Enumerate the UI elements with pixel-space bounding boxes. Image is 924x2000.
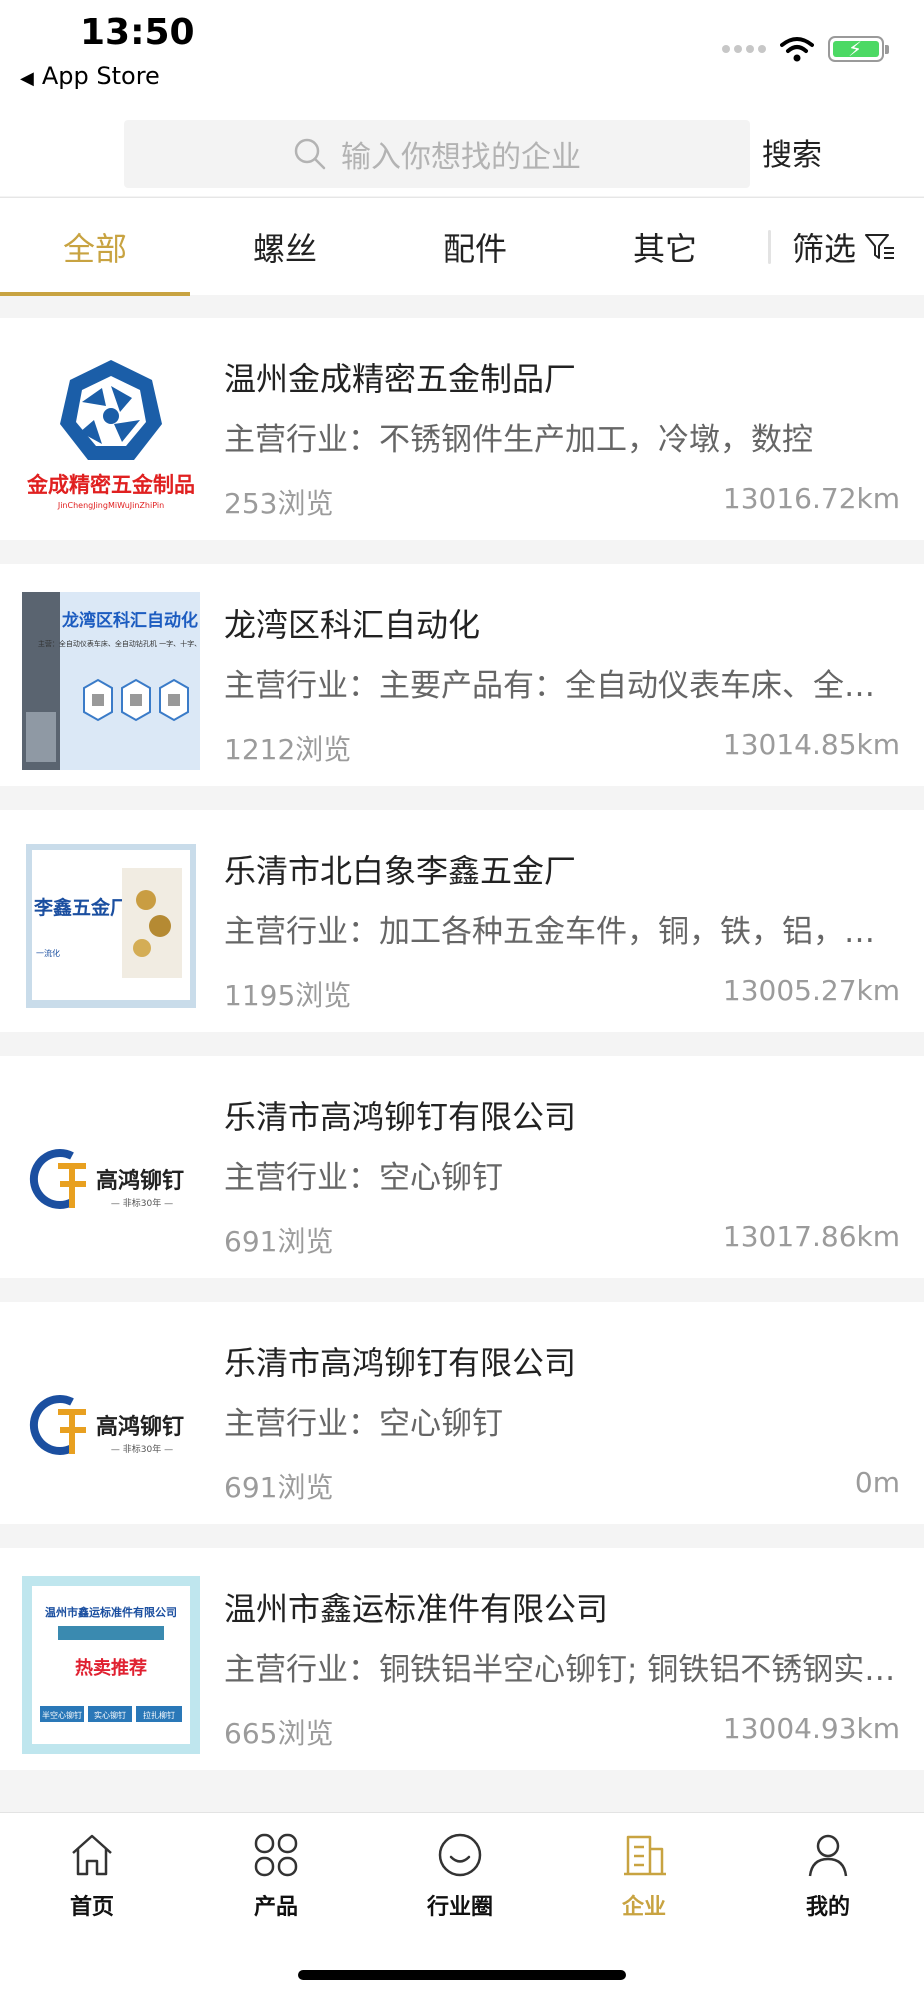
category-tabs: 全部 螺丝 配件 其它 筛选	[0, 197, 924, 296]
tab-all[interactable]: 全部	[0, 198, 190, 296]
company-name: 乐清市高鸿铆钉有限公司	[224, 1344, 577, 1382]
user-icon	[808, 1834, 848, 1877]
logo-subtext: JinChengJingMiWuJinZhiPin	[57, 501, 164, 510]
filter-icon	[865, 234, 895, 259]
company-industry: 主营行业：铜铁铝半空心铆钉; 铜铁铝不锈钢实心铆钉	[224, 1652, 900, 1688]
distance: 13005.27km	[722, 974, 900, 1007]
tabbar-label: 行业圈	[426, 1895, 493, 1920]
view-count: 665浏览	[224, 1717, 334, 1750]
company-card[interactable]: 李鑫五金厂 一流化 乐清市北白象李鑫五金厂 主营行业：加工各种五金车件，铜，铁，…	[0, 810, 924, 1032]
company-name: 温州市鑫运标准件有限公司	[224, 1590, 609, 1628]
logo-text: 温州市鑫运标准件有限公司	[45, 1605, 177, 1619]
back-label: App Store	[41, 62, 160, 90]
tab-divider	[768, 230, 771, 264]
back-arrow-icon: ◀	[20, 68, 34, 89]
tabbar-products[interactable]: 产品	[184, 1831, 368, 1921]
view-count: 1212浏览	[224, 733, 352, 766]
logo-text: 金成精密五金制品	[26, 472, 195, 497]
company-card[interactable]: 高鸿铆钉 — 非标30年 — 乐清市高鸿铆钉有限公司 主营行业：空心铆钉 691…	[0, 1056, 924, 1278]
home-icon	[72, 1834, 112, 1876]
company-industry: 主营行业：主要产品有：全自动仪表车床、全自动钻孔机	[224, 668, 900, 704]
logo-text: 龙湾区科汇自动化	[61, 610, 198, 631]
logo-tag: 拉扎柳钉	[143, 1710, 175, 1720]
distance: 13004.93km	[722, 1712, 900, 1745]
tab-others[interactable]: 其它	[570, 198, 760, 296]
logo-subtext: 主营：全自动仪表车床、全自动钻孔机 一字、十字、铣扁等	[38, 639, 200, 648]
wifi-icon	[780, 37, 814, 62]
filter-label: 筛选	[792, 230, 857, 268]
signal-icon	[722, 45, 766, 53]
view-count: 1195浏览	[224, 979, 352, 1012]
tabbar-label: 产品	[253, 1895, 298, 1920]
company-logo: 高鸿铆钉 — 非标30年 —	[22, 1084, 200, 1262]
tab-screws[interactable]: 螺丝	[190, 198, 380, 296]
company-name: 乐清市北白象李鑫五金厂	[224, 852, 577, 890]
company-logo: 李鑫五金厂 一流化	[22, 838, 200, 1016]
company-logo: 龙湾区科汇自动化 主营：全自动仪表车床、全自动钻孔机 一字、十字、铣扁等	[22, 592, 200, 770]
company-industry: 主营行业：空心铆钉	[224, 1160, 503, 1196]
company-industry: 主营行业：空心铆钉	[224, 1406, 503, 1442]
smile-icon	[438, 1833, 482, 1877]
company-industry: 主营行业：加工各种五金车件，铜，铁，铝，不锈钢	[224, 914, 900, 950]
building-icon	[624, 1835, 666, 1876]
search-icon	[294, 138, 326, 170]
page: 13:50 ◀ App Store ⚡ 输入你想找的企业 搜索 全部 螺丝 配件…	[0, 0, 924, 2000]
logo-subtext: — 非标30年 —	[111, 1197, 173, 1209]
distance: 13016.72km	[722, 482, 900, 515]
back-to-app-store[interactable]: ◀ App Store	[20, 62, 160, 90]
grid-icon	[254, 1833, 298, 1877]
logo-text: 高鸿铆钉	[96, 1414, 184, 1440]
view-count: 691浏览	[224, 1471, 334, 1504]
status-icons: ⚡	[722, 36, 889, 62]
tab-label: 配件	[442, 230, 507, 268]
search-input[interactable]: 输入你想找的企业	[124, 120, 750, 188]
tab-parts[interactable]: 配件	[380, 198, 570, 296]
company-name: 乐清市高鸿铆钉有限公司	[224, 1098, 577, 1136]
search-bar: 输入你想找的企业 搜索	[0, 100, 924, 196]
filter-button[interactable]: 筛选	[792, 198, 896, 296]
logo-text: 李鑫五金厂	[33, 896, 129, 919]
tabbar-enterprise[interactable]: 企业	[552, 1831, 736, 1921]
tab-label: 螺丝	[252, 230, 317, 268]
battery-icon: ⚡	[828, 36, 889, 62]
status-bar: 13:50 ◀ App Store ⚡	[0, 0, 924, 100]
logo-tag: 实心铆钉	[94, 1710, 126, 1720]
company-card[interactable]: 金成精密五金制品 JinChengJingMiWuJinZhiPin 温州金成精…	[0, 318, 924, 540]
view-count: 253浏览	[224, 487, 334, 520]
logo-text: 高鸿铆钉	[96, 1168, 184, 1194]
company-logo: 金成精密五金制品 JinChengJingMiWuJinZhiPin	[22, 346, 200, 524]
company-name: 温州金成精密五金制品厂	[224, 360, 577, 398]
tab-label: 其它	[632, 230, 697, 268]
tabbar-mine[interactable]: 我的	[736, 1831, 920, 1921]
search-button[interactable]: 搜索	[762, 130, 822, 174]
company-logo: 高鸿铆钉 — 非标30年 —	[22, 1330, 200, 1508]
tab-label: 全部	[62, 230, 127, 268]
company-card[interactable]: 温州市鑫运标准件有限公司 热卖推荐 半空心铆钉 实心铆钉 拉扎柳钉 温州市鑫运标…	[0, 1548, 924, 1770]
company-name: 龙湾区科汇自动化	[224, 606, 481, 644]
tabbar-industry-circle[interactable]: 行业圈	[368, 1831, 552, 1921]
distance: 13017.86km	[722, 1220, 900, 1253]
distance: 13014.85km	[722, 728, 900, 761]
home-indicator[interactable]	[298, 1970, 626, 1980]
company-card[interactable]: 龙湾区科汇自动化 主营：全自动仪表车床、全自动钻孔机 一字、十字、铣扁等 龙湾区…	[0, 564, 924, 786]
tabbar-label: 我的	[805, 1895, 850, 1920]
company-card[interactable]: 高鸿铆钉 — 非标30年 — 乐清市高鸿铆钉有限公司 主营行业：空心铆钉 691…	[0, 1302, 924, 1524]
tabbar-label: 首页	[69, 1895, 114, 1920]
tabbar-home[interactable]: 首页	[0, 1831, 184, 1921]
distance: 0m	[854, 1466, 900, 1499]
status-time: 13:50	[80, 12, 195, 53]
view-count: 691浏览	[224, 1225, 334, 1258]
logo-tag: 半空心铆钉	[42, 1710, 82, 1720]
search-placeholder: 输入你想找的企业	[341, 140, 581, 175]
logo-subtext: 一流化	[36, 948, 60, 958]
tabbar-label: 企业	[621, 1895, 666, 1920]
company-industry: 主营行业：不锈钢件生产加工，冷墩，数控	[224, 422, 813, 458]
active-tab-indicator	[0, 292, 190, 296]
logo-subtext: — 非标30年 —	[111, 1443, 173, 1455]
logo-subtext: 热卖推荐	[75, 1657, 147, 1679]
company-logo: 温州市鑫运标准件有限公司 热卖推荐 半空心铆钉 实心铆钉 拉扎柳钉	[22, 1576, 200, 1754]
